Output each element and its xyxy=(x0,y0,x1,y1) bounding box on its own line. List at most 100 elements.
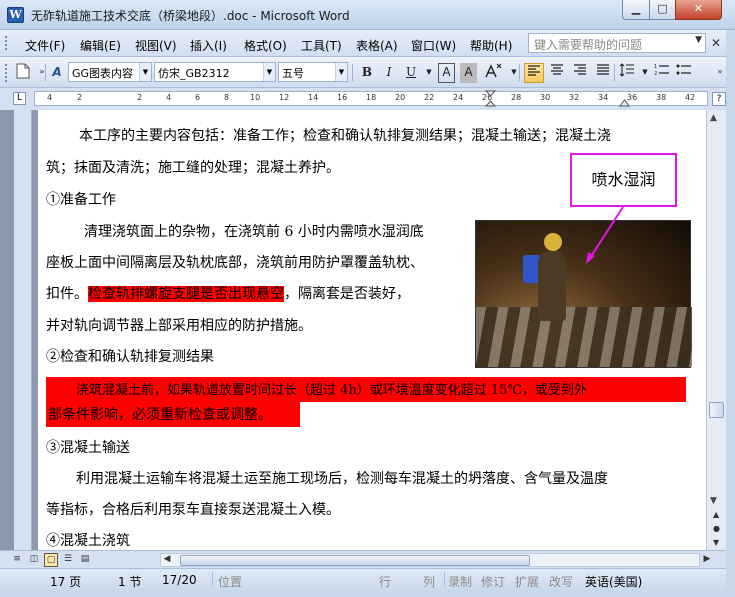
line-spacing-icon[interactable] xyxy=(617,63,637,83)
next-page-icon[interactable]: ▼ xyxy=(713,538,719,547)
align-center-button[interactable] xyxy=(547,63,567,83)
web-view-icon[interactable]: ◫ xyxy=(27,553,41,567)
underline-button[interactable]: U xyxy=(402,63,420,83)
scroll-down-icon[interactable]: ▼ xyxy=(710,496,717,506)
ruler-number: 10 xyxy=(250,93,261,102)
font-color-button[interactable] xyxy=(484,63,504,83)
ruler-number: 22 xyxy=(424,93,435,102)
outline-view-icon[interactable]: ☰ xyxy=(61,553,75,567)
callout-box[interactable]: 喷水湿润 xyxy=(570,153,677,207)
print-layout-icon[interactable]: ▢ xyxy=(44,553,58,567)
vertical-ruler[interactable] xyxy=(14,110,32,550)
status-column[interactable]: 列 xyxy=(423,573,435,590)
styles-icon[interactable]: A xyxy=(48,63,66,83)
numbering-icon[interactable]: 12 xyxy=(652,63,672,83)
previous-page-icon[interactable]: ▲ xyxy=(713,510,719,519)
title-bar: W 无砟轨道施工技术交底（桥梁地段）.doc - Microsoft Word … xyxy=(0,0,735,30)
document-page[interactable]: 本工序的主要内容包括：准备工作；检查和确认轨排复测结果；混凝土输送；混凝土浇 筑… xyxy=(38,110,706,550)
menu-help[interactable]: 帮助(H) xyxy=(470,37,512,54)
font-size-dropdown-icon[interactable]: ▼ xyxy=(335,63,347,81)
paragraph-line: 扣件。检查轨排螺旋支腿是否出现悬空，隔离套是否装好， xyxy=(46,283,410,303)
new-document-icon[interactable] xyxy=(14,63,32,83)
status-line[interactable]: 行 xyxy=(379,573,391,590)
ruler-number: 24 xyxy=(453,93,464,102)
status-record[interactable]: 录制 xyxy=(448,573,472,590)
underline-dropdown-icon[interactable]: ▼ xyxy=(421,63,437,83)
tab-stop-selector[interactable]: L xyxy=(13,92,26,105)
word-app-icon[interactable]: W xyxy=(7,7,24,23)
toolbar-separator xyxy=(519,64,520,81)
align-right-button[interactable] xyxy=(570,63,590,83)
section-heading: ③混凝土输送 xyxy=(46,440,130,456)
status-page-of[interactable]: 17/20 xyxy=(162,573,197,587)
status-separator xyxy=(212,572,213,587)
horizontal-scroll-thumb[interactable] xyxy=(180,555,530,566)
status-page[interactable]: 17 页 xyxy=(50,573,81,590)
font-dropdown-icon[interactable]: ▼ xyxy=(263,63,275,81)
help-search-dropdown-icon[interactable]: ▼ xyxy=(695,35,702,45)
ruler-help-icon[interactable]: ? xyxy=(712,92,726,106)
font-size-select[interactable]: 五号 ▼ xyxy=(278,62,348,82)
status-language[interactable]: 英语(美国) xyxy=(585,573,642,590)
status-extend[interactable]: 扩展 xyxy=(515,573,539,590)
status-revise[interactable]: 修订 xyxy=(481,573,505,590)
style-dropdown-icon[interactable]: ▼ xyxy=(139,63,151,81)
highlighted-text: 部条件影响，必须重新检查或调整。 xyxy=(48,407,272,423)
scroll-right-icon[interactable]: ▶ xyxy=(700,553,714,567)
justify-button[interactable] xyxy=(593,63,613,83)
char-shading-button[interactable]: A xyxy=(460,63,477,83)
browse-object-icon[interactable]: ● xyxy=(713,524,720,533)
status-position[interactable]: 位置 xyxy=(218,573,242,590)
window-frame xyxy=(726,30,735,597)
normal-view-icon[interactable]: ≡ xyxy=(10,553,24,567)
maximize-button[interactable]: □ xyxy=(649,0,676,20)
ruler-number: 6 xyxy=(195,93,201,102)
bullets-icon[interactable] xyxy=(674,63,694,83)
ruler-number: 14 xyxy=(308,93,319,102)
right-indent-marker-icon[interactable] xyxy=(619,95,631,107)
first-line-indent-marker-icon[interactable] xyxy=(485,90,497,107)
ruler-number: 34 xyxy=(598,93,609,102)
menu-file[interactable]: 文件(F) xyxy=(25,37,65,54)
italic-button[interactable]: I xyxy=(380,63,398,83)
menu-insert[interactable]: 插入(I) xyxy=(190,37,227,54)
paragraph-line: 利用混凝土运输车将混凝土运至施工现场后，检测每车混凝土的坍落度、含气量及温度 xyxy=(76,471,608,487)
status-section[interactable]: 1 节 xyxy=(118,573,141,590)
paragraph-line: 清理浇筑面上的杂物，在浇筑前 6 小时内需喷水湿润底 xyxy=(84,224,424,240)
ruler-number: 18 xyxy=(366,93,377,102)
ruler-number: 2 xyxy=(137,93,143,102)
char-border-button[interactable]: A xyxy=(438,63,455,83)
menu-edit[interactable]: 编辑(E) xyxy=(80,37,121,54)
menu-table[interactable]: 表格(A) xyxy=(356,37,398,54)
menubar-grip-icon[interactable] xyxy=(4,35,8,52)
photo-rails xyxy=(476,307,692,367)
vertical-scroll-thumb[interactable] xyxy=(709,402,724,418)
horizontal-ruler[interactable]: 4 2 2 4 6 8 10 12 14 16 18 20 22 24 26 2… xyxy=(34,90,708,107)
ruler-number: 12 xyxy=(279,93,290,102)
menu-tools[interactable]: 工具(T) xyxy=(301,37,342,54)
font-size-value: 五号 xyxy=(282,67,304,80)
bold-button[interactable]: B xyxy=(358,63,376,83)
help-search-input[interactable]: 键入需要帮助的问题 ▼ xyxy=(528,33,706,53)
document-close-icon[interactable]: ✕ xyxy=(711,36,721,50)
line-spacing-dropdown-icon[interactable]: ▼ xyxy=(637,63,653,83)
close-button[interactable]: ✕ xyxy=(675,0,722,20)
menu-bar: 文件(F) 编辑(E) 视图(V) 插入(I) 格式(O) 工具(T) 表格(A… xyxy=(0,30,735,57)
status-overwrite[interactable]: 改写 xyxy=(549,573,573,590)
style-select[interactable]: GG图表内容 ▼ xyxy=(68,62,152,82)
font-select[interactable]: 仿宋_GB2312 ▼ xyxy=(154,62,276,82)
minimize-button[interactable]: ▁ xyxy=(622,0,650,20)
scroll-up-icon[interactable]: ▲ xyxy=(710,113,717,123)
paragraph-line: 并对轨向调节器上部采用相应的防护措施。 xyxy=(46,318,312,334)
window-title: 无砟轨道施工技术交底（桥梁地段）.doc - Microsoft Word xyxy=(31,9,350,23)
scroll-left-icon[interactable]: ◀ xyxy=(160,553,174,567)
menu-view[interactable]: 视图(V) xyxy=(135,37,177,54)
menu-format[interactable]: 格式(O) xyxy=(244,37,287,54)
align-left-button[interactable] xyxy=(524,63,544,83)
font-select-value: 仿宋_GB2312 xyxy=(158,67,230,80)
vertical-scrollbar[interactable]: ▲ ▼ ▲ ● ▼ xyxy=(706,110,726,550)
paragraph-text: 扣件。 xyxy=(46,286,88,302)
menu-window[interactable]: 窗口(W) xyxy=(411,37,456,54)
reading-view-icon[interactable]: ▤ xyxy=(78,553,92,567)
toolbar-grip-icon[interactable] xyxy=(4,63,8,82)
